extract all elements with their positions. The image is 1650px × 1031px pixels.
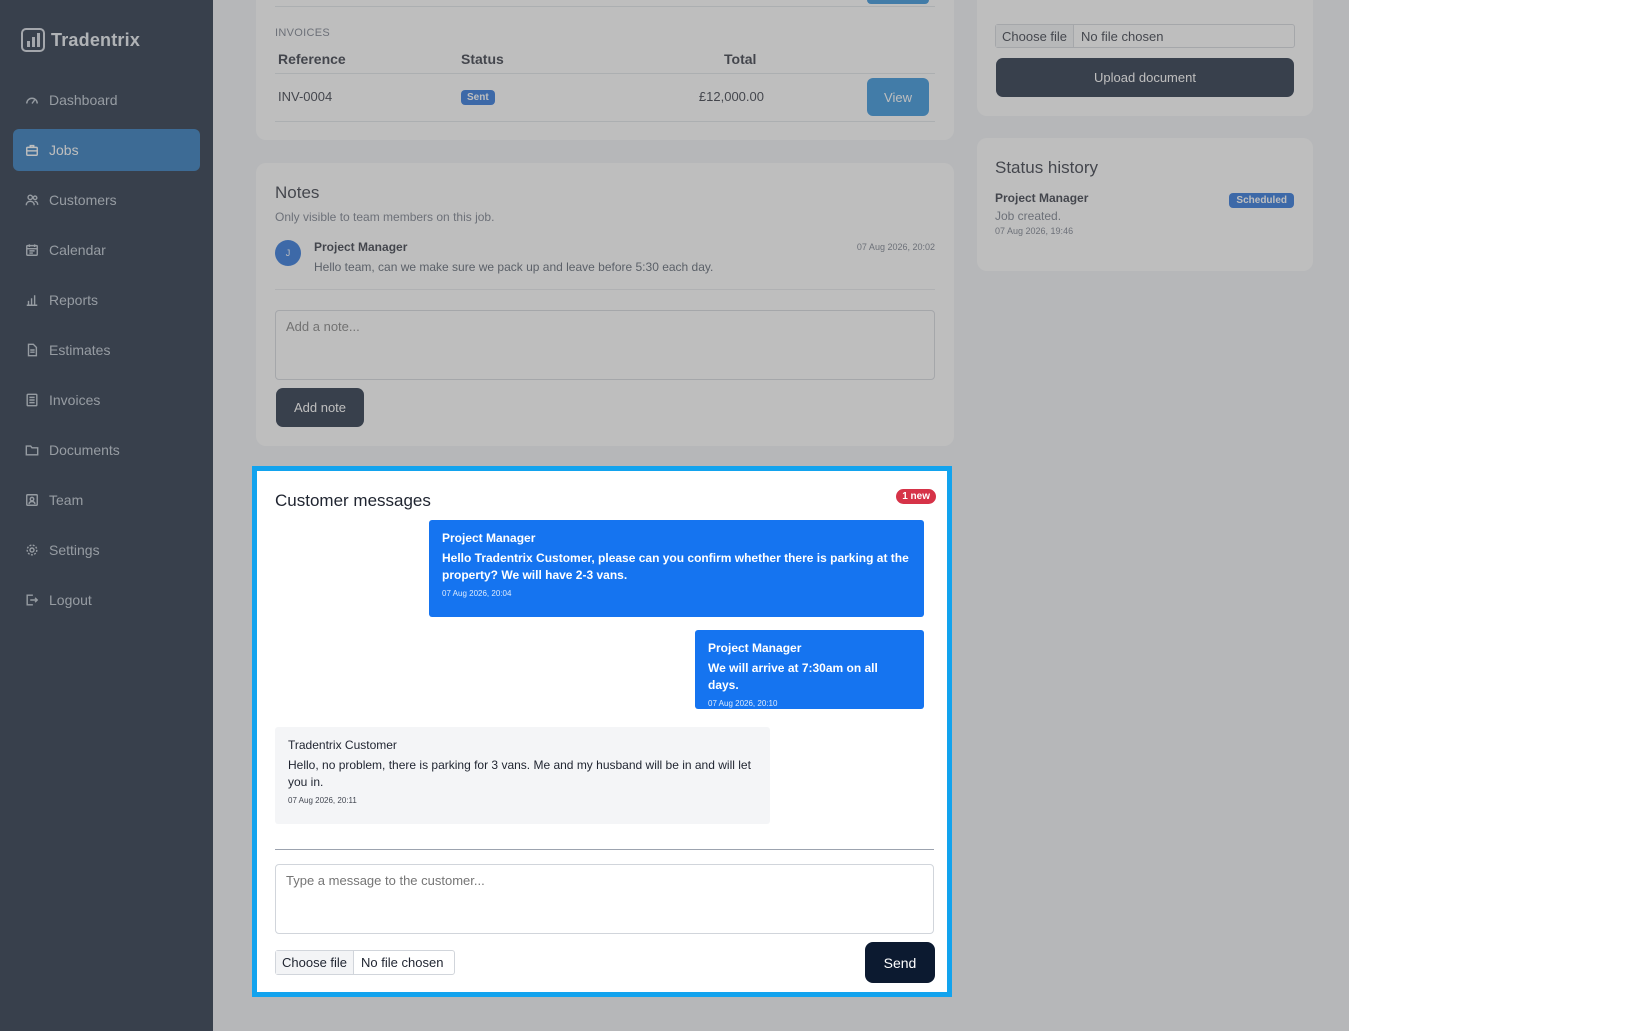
sidebar-item-documents[interactable]: Documents (13, 429, 200, 471)
invoice-total: £12,000.00 (698, 89, 764, 104)
file-status: No file chosen (361, 955, 444, 970)
invoices-card: INVOICES Reference Status Total INV-0004… (256, 0, 954, 140)
invoices-section-label: INVOICES (275, 27, 330, 39)
file-status: No file chosen (1081, 28, 1164, 44)
status-history-card: Status history Project Manager Job creat… (977, 138, 1313, 271)
sidebar-item-jobs[interactable]: Jobs (13, 129, 200, 171)
sidebar-item-customers[interactable]: Customers (13, 179, 200, 221)
divider (275, 6, 935, 7)
status-description: Job created. (995, 209, 1062, 223)
brand-name: Tradentrix (51, 29, 141, 50)
new-messages-badge: 1 new (896, 489, 936, 504)
sidebar-item-calendar[interactable]: Calendar (13, 229, 200, 271)
sidebar-item-estimates[interactable]: Estimates (13, 329, 200, 371)
list-icon (25, 393, 39, 407)
logout-icon (25, 593, 39, 607)
sidebar-item-label: Invoices (49, 392, 101, 408)
gauge-icon (25, 93, 39, 107)
upload-document-button[interactable]: Upload document (996, 58, 1294, 97)
status-badge: Scheduled (1229, 193, 1294, 208)
status-badge: Sent (461, 90, 495, 105)
sidebar-nav: Dashboard Jobs Customers Calendar Report… (13, 79, 200, 629)
divider (275, 121, 935, 122)
column-header-reference: Reference (278, 51, 346, 67)
invoice-reference: INV-0004 (278, 89, 333, 104)
message-text: We will arrive at 7:30am on all days. (708, 661, 878, 692)
brand[interactable]: Tradentrix (21, 28, 140, 52)
gear-icon (25, 543, 39, 557)
message-timestamp: 07 Aug 2026, 20:10 (708, 699, 778, 708)
divider (275, 849, 934, 850)
sidebar-item-reports[interactable]: Reports (13, 279, 200, 321)
notes-subtitle: Only visible to team members on this job… (275, 210, 495, 224)
status-actor: Project Manager (995, 191, 1089, 205)
sidebar-item-label: Customers (49, 192, 117, 208)
message-author: Project Manager (708, 641, 802, 655)
scrolled-button-edge[interactable] (867, 0, 929, 4)
notes-card: Notes Only visible to team members on th… (256, 163, 954, 446)
add-note-button[interactable]: Add note (276, 388, 364, 427)
sidebar-item-dashboard[interactable]: Dashboard (13, 79, 200, 121)
sidebar-item-invoices[interactable]: Invoices (13, 379, 200, 421)
view-invoice-button[interactable]: View (867, 78, 929, 116)
message-text: Hello Tradentrix Customer, please can yo… (442, 551, 909, 582)
choose-file-button[interactable]: Choose file (996, 25, 1075, 47)
folder-icon (25, 443, 39, 457)
sidebar-item-label: Estimates (49, 342, 111, 358)
file-icon (25, 343, 39, 357)
sidebar-item-label: Jobs (49, 142, 79, 158)
divider (275, 289, 935, 290)
sidebar-item-label: Settings (49, 542, 100, 558)
note-timestamp: 07 Aug 2026, 20:02 (856, 242, 935, 252)
file-picker[interactable]: Choose file No file chosen (995, 24, 1295, 48)
sidebar-item-team[interactable]: Team (13, 479, 200, 521)
status-history-title: Status history (995, 158, 1098, 177)
avatar: J (275, 240, 301, 266)
sidebar-item-settings[interactable]: Settings (13, 529, 200, 571)
sidebar-item-logout[interactable]: Logout (13, 579, 200, 621)
sidebar-item-label: Calendar (49, 242, 106, 258)
status-timestamp: 07 Aug 2026, 19:46 (995, 226, 1074, 236)
message-bubble: Project Manager Hello Tradentrix Custome… (429, 520, 924, 617)
message-input[interactable] (275, 864, 934, 934)
message-timestamp: 07 Aug 2026, 20:11 (288, 796, 357, 805)
send-button[interactable]: Send (865, 942, 935, 983)
sidebar-item-label: Dashboard (49, 92, 118, 108)
message-text: Hello, no problem, there is parking for … (288, 758, 751, 789)
message-author: Tradentrix Customer (288, 738, 397, 752)
message-file-picker[interactable]: Choose file No file chosen (275, 950, 455, 975)
notes-title: Notes (275, 183, 320, 202)
id-badge-icon (25, 493, 39, 507)
message-bubble: Tradentrix Customer Hello, no problem, t… (275, 727, 770, 824)
message-timestamp: 07 Aug 2026, 20:04 (442, 589, 512, 598)
message-author: Project Manager (442, 531, 536, 545)
documents-upload-card: Choose file No file chosen Upload docume… (977, 0, 1313, 116)
briefcase-icon (25, 143, 39, 157)
bar-chart-icon (25, 293, 39, 307)
choose-file-button[interactable]: Choose file (276, 951, 355, 974)
users-icon (25, 193, 39, 207)
column-header-status: Status (461, 51, 504, 67)
bar-chart-logo-icon (21, 28, 45, 52)
messages-title: Customer messages (275, 491, 431, 510)
sidebar-item-label: Team (49, 492, 84, 508)
sidebar: Tradentrix Dashboard Jobs Customers Cale… (0, 0, 213, 1031)
calendar-icon (25, 243, 39, 257)
note-input[interactable] (275, 310, 935, 380)
column-header-total: Total (724, 51, 757, 67)
divider (275, 73, 935, 74)
sidebar-item-label: Logout (49, 592, 92, 608)
sidebar-item-label: Reports (49, 292, 99, 308)
note-text: Hello team, can we make sure we pack up … (314, 260, 714, 274)
message-bubble: Project Manager We will arrive at 7:30am… (695, 630, 924, 709)
note-author: Project Manager (314, 240, 408, 254)
sidebar-item-label: Documents (49, 442, 120, 458)
customer-messages-card: Customer messages 1 new Project Manager … (252, 466, 952, 997)
